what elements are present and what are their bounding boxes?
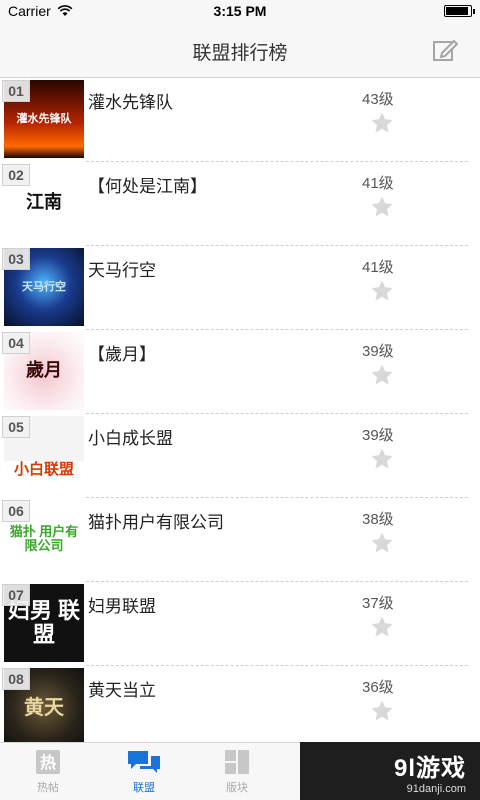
alliance-name: 天马行空 [88, 261, 156, 280]
sections-icon [225, 750, 249, 774]
rank-badge: 02 [2, 164, 30, 186]
watermark-logo: 9l游戏 91danji.com [300, 742, 480, 800]
alliance-level: 41级 [362, 175, 394, 192]
page-title: 联盟排行榜 [192, 43, 288, 64]
alliance-ranking-list[interactable]: 灌水先锋队 01 灌水先锋队 43级 江南 02 【何处是江南】 41级 天马行… [0, 78, 480, 742]
alliance-name: 【歲月】 [88, 345, 156, 364]
alliance-name: 【何处是江南】 [88, 177, 207, 196]
tab-sections[interactable]: 版块 [197, 749, 277, 795]
alliance-name: 灌水先锋队 [88, 93, 173, 112]
star-icon[interactable] [370, 111, 394, 135]
hot-posts-icon: 热 [36, 750, 60, 774]
star-icon[interactable] [370, 531, 394, 555]
status-time: 3:15 PM [213, 3, 267, 19]
alliance-level: 39级 [362, 343, 394, 360]
status-bar: Carrier 3:15 PM [0, 0, 480, 22]
svg-text:热: 热 [40, 753, 56, 772]
star-icon[interactable] [370, 699, 394, 723]
battery-icon [444, 5, 475, 17]
star-icon[interactable] [370, 279, 394, 303]
rank-badge: 07 [2, 584, 30, 606]
star-icon[interactable] [370, 363, 394, 387]
alliance-chat-icon [128, 751, 160, 773]
star-icon[interactable] [370, 195, 394, 219]
watermark-url: 91danji.com [406, 782, 466, 795]
watermark-title: 9l游戏 [393, 754, 466, 782]
tab-label: 版块 [226, 782, 248, 794]
tab-hot-posts[interactable]: 热 热帖 [8, 749, 88, 795]
tab-alliance[interactable]: 联盟 [104, 749, 184, 795]
list-item[interactable]: 妇男 联盟 07 妇男联盟 37级 [0, 582, 480, 666]
tab-label: 热帖 [37, 782, 59, 794]
tab-bar: 热 热帖 联盟 版块 9l游戏 91danji.com [0, 742, 480, 800]
star-icon[interactable] [370, 447, 394, 471]
alliance-level: 37级 [362, 595, 394, 612]
list-item[interactable]: 歲月 04 【歲月】 39级 [0, 330, 480, 414]
list-item[interactable]: 江南 02 【何处是江南】 41级 [0, 162, 480, 246]
tab-label: 联盟 [133, 782, 155, 794]
rank-badge: 04 [2, 332, 30, 354]
navigation-bar: 联盟排行榜 [0, 22, 480, 78]
alliance-name: 妇男联盟 [88, 597, 156, 616]
list-item[interactable]: 小白联盟 05 小白成长盟 39级 [0, 414, 480, 498]
star-icon[interactable] [370, 615, 394, 639]
alliance-level: 41级 [362, 259, 394, 276]
alliance-level: 38级 [362, 511, 394, 528]
list-item[interactable]: 黄天 08 黄天当立 36级 [0, 666, 480, 742]
alliance-name: 黄天当立 [88, 681, 156, 700]
alliance-level: 36级 [362, 679, 394, 696]
rank-badge: 01 [2, 80, 30, 102]
rank-badge: 08 [2, 668, 30, 690]
edit-icon[interactable] [432, 38, 458, 62]
alliance-level: 39级 [362, 427, 394, 444]
alliance-name: 小白成长盟 [88, 429, 173, 448]
list-item[interactable]: 灌水先锋队 01 灌水先锋队 43级 [0, 78, 480, 162]
list-item[interactable]: 天马行空 03 天马行空 41级 [0, 246, 480, 330]
alliance-level: 43级 [362, 91, 394, 108]
alliance-name: 猫扑用户有限公司 [88, 513, 224, 532]
rank-badge: 06 [2, 500, 30, 522]
rank-badge: 03 [2, 248, 30, 270]
list-item[interactable]: 猫扑 用户有限公司 06 猫扑用户有限公司 38级 [0, 498, 480, 582]
rank-badge: 05 [2, 416, 30, 438]
